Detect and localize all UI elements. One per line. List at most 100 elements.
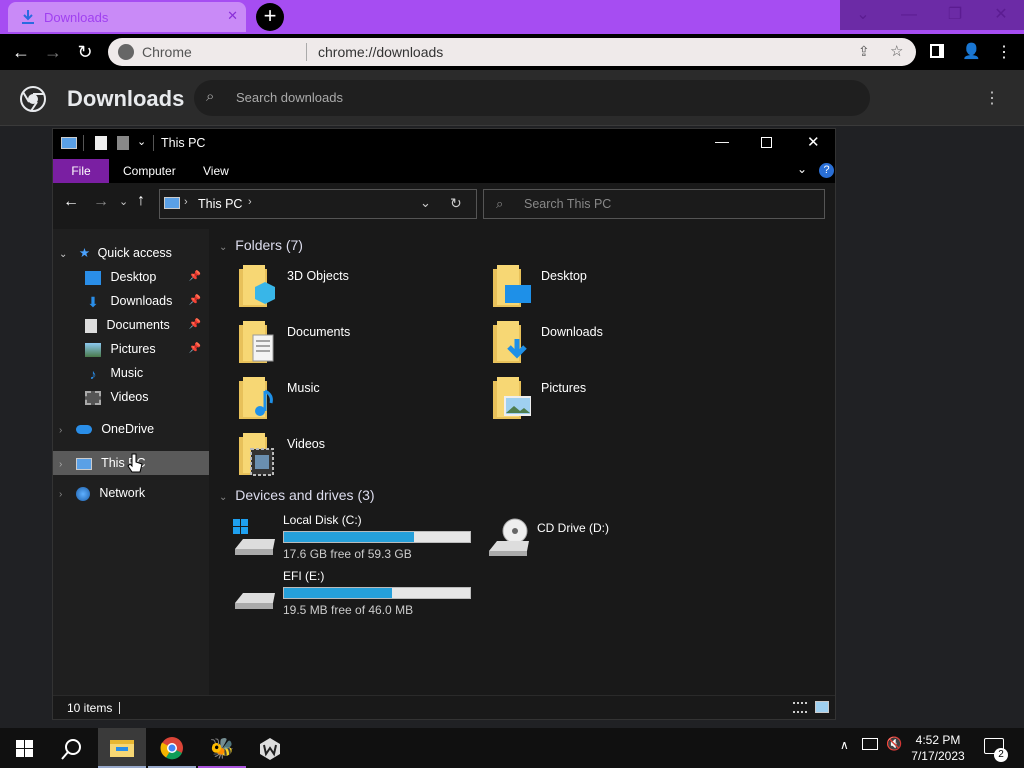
downloads-search-input[interactable]: ⌕ Search downloads xyxy=(194,80,870,116)
start-button[interactable] xyxy=(0,728,48,768)
ribbon-tab-computer[interactable]: Computer xyxy=(123,159,176,183)
bee-icon: 🐝 xyxy=(209,738,235,760)
nav-item-music[interactable]: ♪ Music xyxy=(85,361,209,385)
collapse-chevron-icon[interactable]: ⌄ xyxy=(219,242,227,253)
omnibox-site: Chrome xyxy=(142,44,192,60)
nav-label: Videos xyxy=(110,390,149,404)
forward-button[interactable]: → xyxy=(40,40,66,64)
pin-icon: 📌 xyxy=(188,343,201,354)
taskbar-search-button[interactable] xyxy=(48,728,96,768)
downloads-icon: ⬇ xyxy=(87,293,99,310)
nav-item-downloads[interactable]: ⬇ Downloads 📌 xyxy=(85,289,209,313)
desktop-icon xyxy=(85,270,101,285)
search-placeholder: Search downloads xyxy=(236,90,343,105)
share-icon[interactable]: ⇪ xyxy=(858,43,870,60)
pictures-icon xyxy=(85,342,101,357)
title-divider xyxy=(83,135,84,151)
drives-group-header[interactable]: ⌄ Devices and drives (3) xyxy=(219,487,375,503)
browser-menu-icon[interactable]: ⋮ xyxy=(996,42,1012,62)
taskbar-app-bee[interactable]: 🐝 xyxy=(198,728,246,768)
network-tray-icon[interactable] xyxy=(862,738,878,750)
folders-group-header[interactable]: ⌄ Folders (7) xyxy=(219,237,303,253)
details-view-icon[interactable] xyxy=(793,702,807,713)
side-panel-icon[interactable] xyxy=(930,44,944,58)
nav-item-pictures[interactable]: Pictures 📌 xyxy=(85,337,209,361)
site-info-icon[interactable] xyxy=(118,44,134,60)
folder-music[interactable]: Music xyxy=(239,377,479,427)
expand-chevron-icon[interactable]: › xyxy=(59,459,62,470)
breadcrumb-this-pc[interactable]: This PC xyxy=(198,197,242,211)
explorer-close-button[interactable]: ✕ xyxy=(807,133,820,151)
tab-title: Downloads xyxy=(44,10,109,25)
explorer-maximize-button[interactable] xyxy=(761,137,772,148)
collapse-chevron-icon[interactable]: ⌄ xyxy=(219,492,227,503)
nav-network[interactable]: › Network xyxy=(59,481,209,505)
properties-icon[interactable] xyxy=(95,136,107,150)
folder-videos[interactable]: Videos xyxy=(239,433,479,483)
folder-desktop[interactable]: Desktop xyxy=(493,265,733,315)
help-icon[interactable]: ? xyxy=(819,163,834,178)
expand-chevron-icon[interactable]: › xyxy=(59,489,62,500)
taskbar-chrome[interactable] xyxy=(148,728,196,768)
explorer-minimize-button[interactable]: — xyxy=(715,133,729,149)
search-icon xyxy=(61,739,81,760)
restore-button[interactable]: ❐ xyxy=(932,0,978,30)
refresh-icon[interactable]: ↻ xyxy=(450,195,462,212)
expand-chevron-icon[interactable]: ⌄ xyxy=(59,249,67,260)
folder-name: Downloads xyxy=(541,325,603,339)
omnibox[interactable]: Chrome chrome://downloads ⇪ ☆ xyxy=(108,38,916,66)
drive-efi-e[interactable]: EFI (E:) 19.5 MB free of 46.0 MB xyxy=(233,569,473,619)
nav-item-videos[interactable]: Videos xyxy=(85,385,209,409)
folder-name: 3D Objects xyxy=(287,269,349,283)
group-label: Devices and drives (3) xyxy=(235,487,375,503)
recent-locations-icon[interactable]: ⌄ xyxy=(119,195,128,208)
large-icons-view-icon[interactable] xyxy=(815,701,829,713)
network-icon xyxy=(75,486,90,501)
minimize-button[interactable]: — xyxy=(886,0,932,30)
profile-icon[interactable]: 👤 xyxy=(962,42,981,60)
explorer-search-input[interactable]: ⌕ Search This PC xyxy=(483,189,825,219)
expand-chevron-icon[interactable]: › xyxy=(59,425,62,436)
reload-button[interactable]: ↻ xyxy=(72,40,98,64)
ribbon-expand-icon[interactable]: ⌄ xyxy=(797,162,807,176)
folder-videos-icon xyxy=(239,433,274,476)
taskbar-app-w[interactable] xyxy=(246,728,294,768)
bookmark-star-icon[interactable]: ☆ xyxy=(890,42,903,60)
address-dropdown-icon[interactable]: ⌄ xyxy=(420,195,431,211)
folder-documents[interactable]: Documents xyxy=(239,321,479,371)
nav-label: Music xyxy=(110,366,144,380)
folder-music-icon xyxy=(239,377,273,419)
explorer-forward-button[interactable]: → xyxy=(93,193,109,211)
taskbar-clock[interactable]: 4:52 PM 7/17/2023 xyxy=(900,732,976,764)
drive-cd-d[interactable]: CD Drive (D:) xyxy=(487,513,727,563)
folder-3d-objects[interactable]: 3D Objects xyxy=(239,265,479,315)
tab-downloads[interactable]: Downloads ✕ xyxy=(8,2,246,32)
nav-item-documents[interactable]: Documents 📌 xyxy=(85,313,209,337)
this-pc-icon xyxy=(61,137,77,149)
downloads-menu-icon[interactable]: ⋮ xyxy=(984,88,1000,108)
up-button[interactable]: ↑ xyxy=(137,192,145,210)
folder-pictures[interactable]: Pictures xyxy=(493,377,733,427)
ribbon-tab-file[interactable]: File xyxy=(53,159,109,183)
notification-count-badge: 2 xyxy=(994,748,1008,762)
new-folder-icon[interactable] xyxy=(117,136,129,150)
windows-logo-icon xyxy=(15,740,33,757)
customize-toolbar-icon[interactable]: ⌄ xyxy=(137,135,146,148)
nav-quick-access[interactable]: ⌄ ★ Quick access xyxy=(59,241,209,265)
address-bar[interactable]: › This PC › ⌄ ↻ xyxy=(159,189,477,219)
folder-downloads[interactable]: Downloads xyxy=(493,321,733,371)
show-hidden-icons[interactable]: ∧ xyxy=(840,738,849,752)
drive-name: CD Drive (D:) xyxy=(537,521,609,535)
tab-search-icon[interactable]: ⌄ xyxy=(840,0,886,30)
tab-close-icon[interactable]: ✕ xyxy=(227,8,238,24)
back-button[interactable]: ← xyxy=(8,40,34,64)
new-tab-button[interactable]: + xyxy=(256,3,284,31)
close-button[interactable]: ✕ xyxy=(978,0,1024,30)
file-explorer-window: ⌄ This PC — ✕ File Computer View ⌄ ? ← →… xyxy=(52,128,836,720)
nav-item-desktop[interactable]: Desktop 📌 xyxy=(85,265,209,289)
taskbar-file-explorer[interactable] xyxy=(98,728,146,768)
drive-local-disk-c[interactable]: Local Disk (C:) 17.6 GB free of 59.3 GB xyxy=(233,513,473,563)
ribbon-tab-view[interactable]: View xyxy=(203,159,229,183)
nav-onedrive[interactable]: › OneDrive xyxy=(59,417,209,441)
explorer-back-button[interactable]: ← xyxy=(63,193,79,211)
